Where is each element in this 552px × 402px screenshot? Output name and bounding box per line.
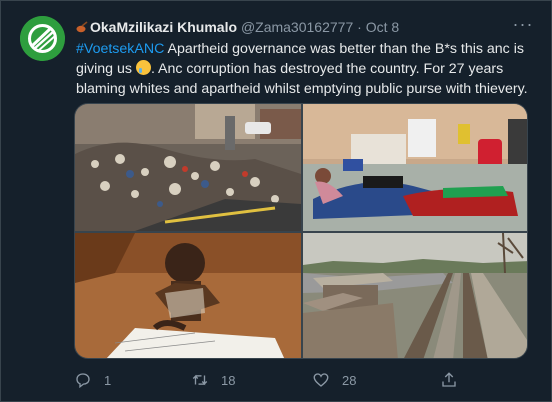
tweet-actions: 1 18 28 — [74, 369, 528, 391]
tweet-text: #VoetsekANC Apartheid governance was bet… — [76, 39, 536, 99]
retweet-button[interactable]: 18 — [191, 369, 235, 391]
hashtag-link[interactable]: #VoetsekANC — [76, 41, 164, 57]
share-button[interactable] — [440, 369, 458, 391]
tweet-header: OkaMzilikazi Khumalo @Zama30162777 · Oct… — [76, 17, 496, 37]
retweet-icon — [192, 374, 208, 386]
header-separator: · — [357, 19, 362, 35]
retweet-count: 18 — [221, 372, 236, 388]
avatar[interactable] — [20, 16, 65, 61]
heart-icon — [313, 373, 329, 387]
reply-icon — [76, 373, 90, 389]
author-handle[interactable]: @Zama30162777 — [241, 19, 353, 35]
like-count: 28 — [342, 372, 357, 388]
name-emoji-icon — [76, 21, 88, 33]
tweet-card[interactable]: OkaMzilikazi Khumalo @Zama30162777 · Oct… — [0, 0, 552, 402]
crying-face-icon — [135, 60, 151, 75]
media-grid — [74, 103, 528, 359]
photo-hospital-floor[interactable] — [303, 104, 527, 231]
photo-garbage-street[interactable] — [75, 104, 301, 231]
share-icon — [442, 372, 456, 387]
avatar-logo-icon — [20, 16, 65, 61]
author-name[interactable]: OkaMzilikazi Khumalo — [90, 19, 237, 35]
reply-count: 1 — [104, 372, 112, 388]
photo-boy-studying[interactable] — [75, 233, 301, 358]
tweet-date[interactable]: Oct 8 — [366, 19, 399, 35]
like-button[interactable]: 28 — [312, 369, 356, 391]
photo-abandoned-station[interactable] — [303, 233, 527, 358]
reply-button[interactable]: 1 — [74, 369, 111, 391]
more-options-button[interactable]: ··· — [511, 15, 535, 39]
